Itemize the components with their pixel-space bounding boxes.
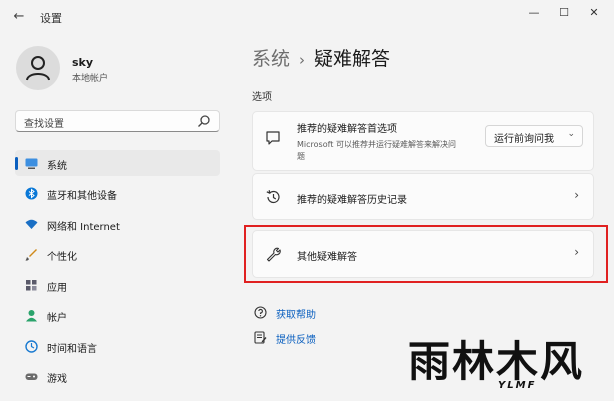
watermark-subtext: YLMF bbox=[498, 380, 537, 391]
card-title: 推荐的疑难解答首选项 bbox=[297, 124, 397, 135]
breadcrumb-parent[interactable]: 系统 bbox=[252, 48, 290, 70]
avatar[interactable] bbox=[16, 46, 60, 90]
sidebar-item-label: 网络和 Internet bbox=[47, 222, 120, 233]
recommended-troubleshooter-history-card[interactable]: 推荐的疑难解答历史记录 › bbox=[252, 173, 594, 220]
sidebar-item-label: 时间和语言 bbox=[47, 344, 97, 355]
feedback-icon bbox=[254, 331, 267, 344]
active-indicator bbox=[15, 157, 18, 170]
sidebar-item-personalization[interactable]: 个性化 bbox=[15, 241, 220, 267]
card-description: Microsoft 可以推荐并运行疑难解答来解决问题 bbox=[297, 140, 456, 161]
search-icon[interactable] bbox=[197, 114, 211, 128]
sidebar-item-label: 游戏 bbox=[47, 374, 67, 385]
gamepad-icon bbox=[25, 373, 38, 380]
display-icon bbox=[25, 158, 38, 169]
chat-icon bbox=[266, 131, 280, 145]
bluetooth-icon bbox=[25, 187, 38, 200]
recommended-troubleshooter-preferences-card: 推荐的疑难解答首选项 Microsoft 可以推荐并运行疑难解答来解决问题 运行… bbox=[252, 111, 594, 171]
breadcrumb: 系统 › 疑难解答 bbox=[252, 44, 390, 71]
sidebar-item-label: 蓝牙和其他设备 bbox=[47, 191, 117, 202]
chevron-right-icon: › bbox=[574, 188, 579, 202]
troubleshooter-preference-dropdown[interactable]: 运行前询问我 ⌄ bbox=[485, 125, 583, 147]
watermark-logo: 雨林木风 bbox=[408, 337, 585, 386]
sidebar-item-label: 系统 bbox=[47, 161, 67, 172]
globe-clock-icon bbox=[25, 340, 38, 353]
sidebar-item-network[interactable]: 网络和 Internet bbox=[15, 211, 220, 237]
sidebar-item-label: 个性化 bbox=[47, 252, 77, 263]
watermark: 雨林木风 YLMF bbox=[404, 338, 614, 401]
breadcrumb-separator: › bbox=[299, 51, 306, 69]
close-button[interactable]: ✕ bbox=[582, 4, 606, 22]
search-input[interactable]: 查找设置 bbox=[15, 110, 220, 132]
sidebar-item-apps[interactable]: 应用 bbox=[15, 272, 220, 298]
user-icon bbox=[26, 56, 50, 81]
minimize-button[interactable]: — bbox=[522, 4, 546, 22]
highlight-box bbox=[244, 225, 608, 283]
back-button[interactable]: ← bbox=[10, 8, 28, 26]
sidebar-item-label: 应用 bbox=[47, 283, 67, 294]
help-icon bbox=[254, 306, 267, 319]
brush-icon bbox=[25, 249, 37, 261]
page-title: 疑难解答 bbox=[314, 48, 391, 70]
account-type: 本地帐户 bbox=[72, 74, 109, 84]
search-placeholder: 查找设置 bbox=[24, 119, 64, 130]
link-label[interactable]: 提供反馈 bbox=[276, 331, 316, 346]
link-label[interactable]: 获取帮助 bbox=[276, 306, 316, 321]
wifi-icon bbox=[25, 219, 38, 229]
dropdown-selected-value: 运行前询问我 bbox=[494, 134, 554, 145]
title-bar: ← 设置 — ☐ ✕ bbox=[0, 0, 614, 34]
chevron-down-icon: ⌄ bbox=[567, 129, 575, 139]
history-icon bbox=[266, 190, 280, 204]
sidebar-item-label: 帐户 bbox=[47, 313, 67, 324]
card-title: 推荐的疑难解答历史记录 bbox=[297, 195, 407, 206]
window-title: 设置 bbox=[40, 12, 62, 25]
sidebar-item-gaming[interactable]: 游戏 bbox=[15, 363, 220, 389]
section-label: 选项 bbox=[252, 92, 272, 103]
sidebar-item-accounts[interactable]: 帐户 bbox=[15, 302, 220, 328]
apps-icon bbox=[26, 280, 37, 291]
sidebar-item-time-language[interactable]: 时间和语言 bbox=[15, 333, 220, 359]
sidebar-item-system[interactable]: 系统 bbox=[15, 150, 220, 176]
user-name: sky bbox=[72, 56, 94, 69]
maximize-button[interactable]: ☐ bbox=[552, 4, 576, 22]
sidebar-item-bluetooth[interactable]: 蓝牙和其他设备 bbox=[15, 180, 220, 206]
account-icon bbox=[26, 310, 37, 322]
